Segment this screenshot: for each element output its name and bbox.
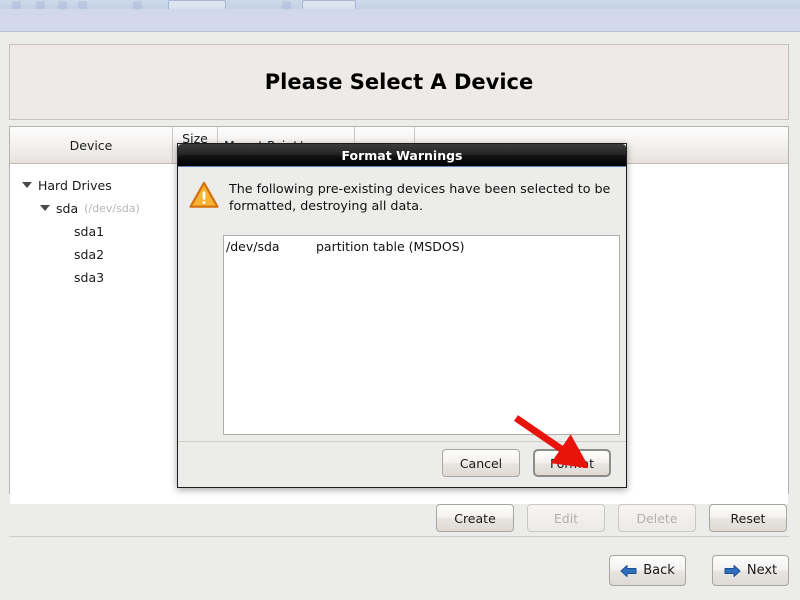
dialog-title: Format Warnings <box>341 147 463 163</box>
dialog-button-row: Cancel Format <box>178 441 626 488</box>
delete-button: Delete <box>618 504 696 532</box>
back-button-label: Back <box>643 563 675 578</box>
toolbar-ghost-icon-2 <box>36 1 45 9</box>
toolbar-ghost-icon-7 <box>282 1 291 9</box>
page-title: Please Select A Device <box>264 70 534 94</box>
device-path: (/dev/sda) <box>84 202 140 215</box>
expander-triangle-icon[interactable] <box>40 203 51 214</box>
expander-triangle-icon[interactable] <box>22 180 33 191</box>
dialog-body: The following pre-existing devices have … <box>178 167 626 488</box>
reset-button[interactable]: Reset <box>709 504 787 532</box>
format-warnings-dialog: Format Warnings The following pre-existi… <box>177 143 627 488</box>
next-button-label: Next <box>746 563 778 578</box>
device-name: sda3 <box>74 270 105 285</box>
window-top-band <box>0 9 800 32</box>
device-name: sda <box>56 201 79 216</box>
create-button[interactable]: Create <box>436 504 514 532</box>
divider <box>9 536 789 537</box>
device-name: sda1 <box>74 224 105 239</box>
page-header-banner: Please Select A Device <box>9 44 789 120</box>
dialog-message-row: The following pre-existing devices have … <box>178 167 626 214</box>
partition-action-bar: Create Edit Delete Reset <box>9 498 789 540</box>
column-header-device[interactable]: Device <box>10 127 173 163</box>
edit-button: Edit <box>527 504 605 532</box>
device-name: sda2 <box>74 247 105 262</box>
left-arrow-icon <box>620 564 637 577</box>
dialog-message-text: The following pre-existing devices have … <box>229 181 611 213</box>
list-item-device: /dev/sda <box>226 239 280 254</box>
toolbar-ghost-icon-3 <box>58 1 67 9</box>
screen: Please Select A Device Device Size (MB) … <box>0 0 800 600</box>
back-button[interactable]: Back <box>609 555 686 586</box>
list-item[interactable]: /dev/sda partition table (MSDOS) <box>224 236 619 254</box>
format-button[interactable]: Format <box>533 449 611 477</box>
dialog-title-bar[interactable]: Format Warnings <box>178 144 626 167</box>
toolbar-ghost-icon-5 <box>133 1 142 9</box>
next-button[interactable]: Next <box>712 555 789 586</box>
list-item-description: partition table (MSDOS) <box>316 239 465 254</box>
right-arrow-icon <box>724 564 741 577</box>
cancel-button[interactable]: Cancel <box>442 449 520 477</box>
warning-triangle-icon <box>189 181 219 208</box>
affected-devices-list[interactable]: /dev/sda partition table (MSDOS) <box>223 235 620 435</box>
device-name: Hard Drives <box>38 178 112 193</box>
toolbar-ghost-icon-4 <box>78 1 87 9</box>
toolbar-ghost-icon-1 <box>12 1 21 9</box>
wizard-nav-bar: Back Next <box>0 546 800 600</box>
